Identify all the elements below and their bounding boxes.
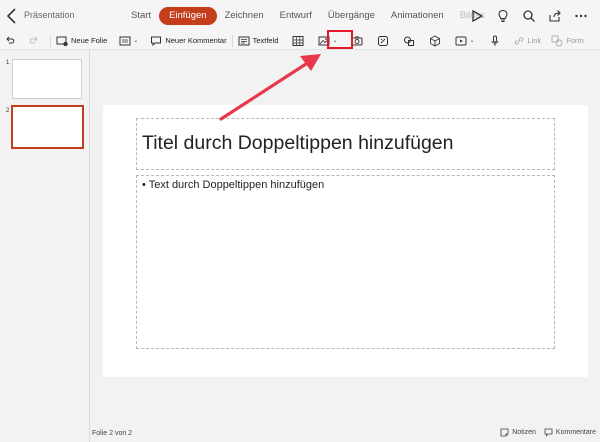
icons-button[interactable] — [377, 32, 389, 50]
ribbon-tabs: Start Einfügen Zeichnen Entwurf Übergäng… — [123, 6, 493, 26]
form-button[interactable]: Form — [551, 32, 584, 50]
link-label: Link — [527, 36, 542, 45]
shapes-button[interactable] — [403, 32, 415, 50]
layout-dropdown[interactable]: ⌄ — [119, 32, 138, 50]
notes-label: Notizen — [512, 429, 536, 436]
link-button[interactable]: Link — [513, 32, 542, 50]
picture-button-highlight — [327, 30, 353, 49]
notes-button[interactable]: Notizen — [500, 428, 536, 437]
tab-entwurf[interactable]: Entwurf — [272, 7, 320, 25]
title-placeholder-text: Titel durch Doppeltippen hinzufügen — [142, 132, 454, 154]
thumbnail-number: 2 — [6, 108, 10, 114]
content-placeholder[interactable]: • Text durch Doppeltippen hinzufügen — [136, 175, 555, 349]
cube-icon — [430, 34, 441, 47]
divider — [50, 34, 51, 47]
header-bar: Präsentation Start Einfügen Zeichnen Ent… — [0, 0, 600, 32]
dictation-button[interactable] — [489, 32, 501, 50]
form-icon — [551, 35, 563, 46]
camera-button[interactable] — [351, 32, 363, 50]
tab-uebergaenge[interactable]: Übergänge — [320, 7, 383, 25]
document-title[interactable]: Präsentation — [24, 10, 75, 20]
slide-thumbnail-1[interactable] — [12, 59, 82, 99]
redo-button[interactable] — [28, 32, 40, 50]
slide-thumbnail-2[interactable] — [11, 105, 84, 149]
comments-icon — [544, 428, 553, 437]
comments-label: Kommentare — [555, 429, 596, 436]
chevron-down-icon: ⌄ — [133, 38, 139, 44]
content-placeholder-text: • Text durch Doppeltippen hinzufügen — [142, 179, 325, 191]
table-icon — [292, 35, 304, 46]
insert-ribbon: Neue Folie ⌄ Neuer Kommentar Textfeld ⌄ … — [0, 32, 600, 50]
microphone-icon — [491, 35, 498, 46]
undo-icon — [6, 35, 15, 43]
textbox-label: Textfeld — [252, 36, 279, 45]
play-icon[interactable] — [464, 6, 490, 26]
video-icon — [455, 36, 467, 45]
tab-einfuegen[interactable]: Einfügen — [159, 7, 217, 25]
search-icon[interactable] — [516, 6, 542, 26]
header-actions — [464, 6, 594, 26]
thumbnail-number: 1 — [6, 60, 10, 66]
form-label: Form — [566, 36, 584, 45]
link-icon — [514, 36, 523, 45]
comment-icon — [151, 36, 162, 46]
back-chevron-icon[interactable] — [4, 7, 20, 25]
new-slide-label: Neue Folie — [71, 36, 108, 45]
table-button[interactable] — [292, 32, 304, 50]
lightbulb-icon[interactable] — [490, 6, 516, 26]
divider — [231, 34, 233, 47]
new-comment-label: Neuer Kommentar — [165, 36, 227, 45]
tab-zeichnen[interactable]: Zeichnen — [217, 7, 272, 25]
undo-button[interactable] — [4, 32, 16, 50]
icons-icon — [378, 35, 389, 46]
shapes-icon — [404, 36, 415, 46]
new-slide-icon — [56, 36, 68, 46]
media-button[interactable]: ⌄ — [455, 32, 475, 50]
chevron-down-icon: ⌄ — [469, 38, 475, 44]
tab-start[interactable]: Start — [123, 7, 159, 25]
notes-icon — [500, 428, 509, 437]
title-placeholder[interactable]: Titel durch Doppeltippen hinzufügen — [136, 118, 555, 170]
more-icon[interactable] — [568, 6, 594, 26]
textbox-button[interactable]: Textfeld — [238, 32, 279, 50]
slide-thumbnails-pane: 1 2 — [0, 50, 90, 442]
textbox-icon — [238, 36, 250, 45]
tab-animationen[interactable]: Animationen — [383, 7, 452, 25]
layout-icon — [119, 36, 131, 45]
3d-models-button[interactable] — [429, 32, 441, 50]
new-slide-button[interactable]: Neue Folie — [56, 32, 107, 50]
slide-counter: Folie 2 von 2 — [92, 430, 133, 437]
new-comment-button[interactable]: Neuer Kommentar — [150, 32, 227, 50]
redo-icon — [29, 35, 38, 43]
status-actions: Notizen Kommentare — [500, 428, 596, 437]
camera-icon — [351, 35, 363, 45]
share-icon[interactable] — [542, 6, 568, 26]
comments-button[interactable]: Kommentare — [544, 428, 596, 437]
